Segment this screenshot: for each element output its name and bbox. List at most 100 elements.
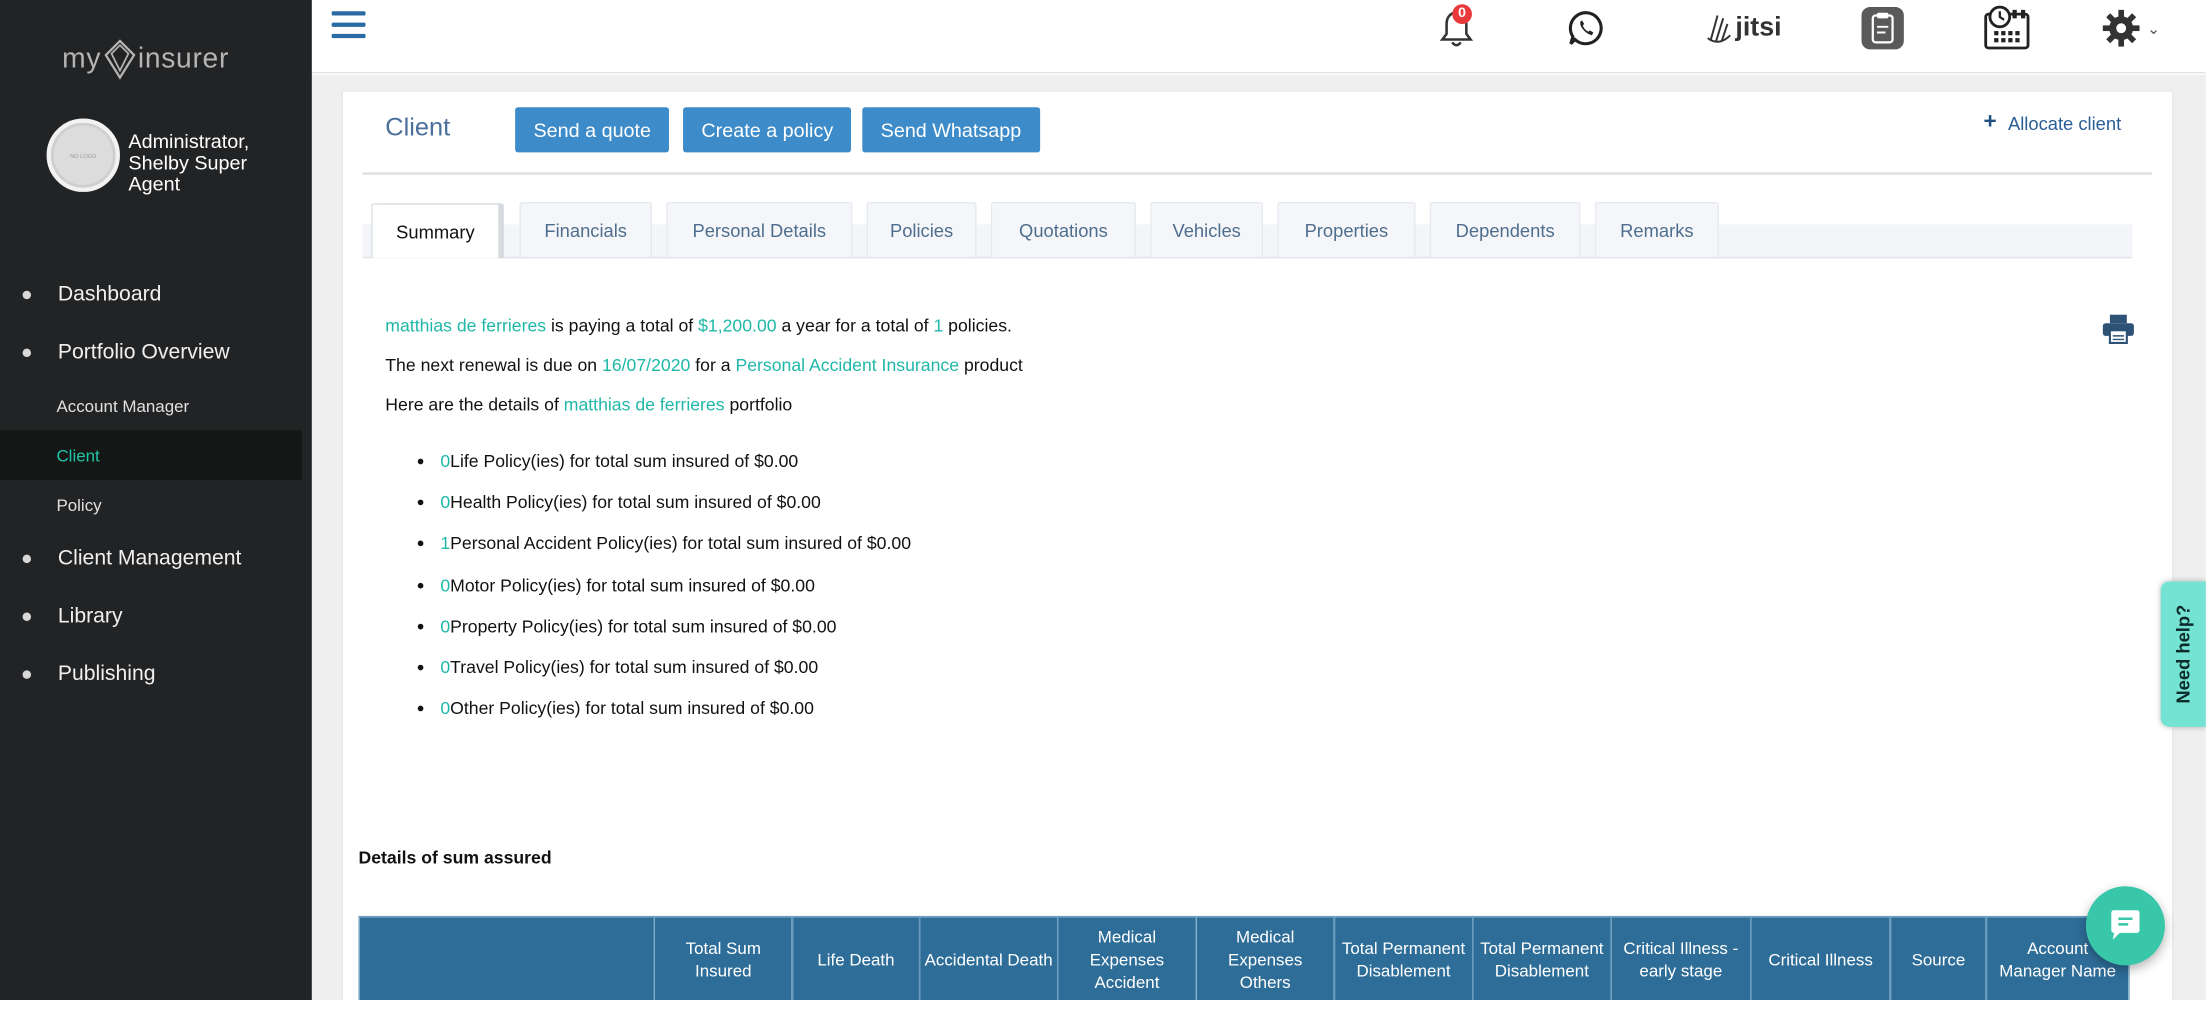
sum-assured-title: Details of sum assured bbox=[358, 848, 552, 868]
list-item: 0 Motor Policy(ies) for total sum insure… bbox=[417, 564, 911, 605]
bullet-icon bbox=[417, 623, 424, 630]
policy-count: 0 bbox=[440, 616, 451, 637]
screen: my insurer NO LOGO Administrator, Shelby… bbox=[0, 0, 2206, 1032]
text-fragment: policies. bbox=[943, 316, 1012, 336]
sidebar-item-label: Library bbox=[57, 604, 123, 629]
app-root: my insurer NO LOGO Administrator, Shelby… bbox=[0, 0, 2206, 1032]
policy-count: 0 bbox=[440, 451, 451, 471]
bullet-icon bbox=[417, 458, 424, 464]
app-logo[interactable]: my insurer bbox=[62, 31, 260, 87]
plus-icon: + bbox=[1983, 110, 1997, 135]
sidebar-item-label: Dashboard bbox=[57, 282, 162, 307]
bullet-icon bbox=[22, 290, 32, 299]
sidebar-subitem-client[interactable]: Client bbox=[0, 430, 303, 480]
send-whatsapp-button[interactable]: Send Whatsapp bbox=[862, 107, 1040, 153]
tab-properties[interactable]: Properties bbox=[1277, 201, 1416, 257]
tab-personal-details[interactable]: Personal Details bbox=[666, 201, 853, 257]
tab-vehicles[interactable]: Vehicles bbox=[1150, 201, 1264, 257]
tab-remarks[interactable]: Remarks bbox=[1594, 201, 1719, 257]
text-fragment: product bbox=[959, 355, 1023, 376]
schedule-button[interactable] bbox=[1981, 3, 2032, 54]
column-header[interactable]: Life Death bbox=[791, 915, 921, 1004]
client-name-link[interactable]: matthias de ferrieres bbox=[385, 316, 546, 336]
tab-policies[interactable]: Policies bbox=[866, 201, 977, 257]
column-header[interactable]: Medical Expenses Others bbox=[1195, 915, 1336, 1004]
renewal-product-link[interactable]: Personal Accident Insurance bbox=[735, 356, 959, 376]
bullet-icon bbox=[22, 553, 32, 563]
avatar[interactable]: NO LOGO bbox=[46, 118, 120, 192]
column-header[interactable]: Total Sum Insured bbox=[653, 915, 794, 1004]
calendar-clock-icon bbox=[1984, 5, 2030, 50]
sidebar-subitem-policy[interactable]: Policy bbox=[0, 480, 312, 529]
tab-financials[interactable]: Financials bbox=[519, 201, 653, 257]
sidebar-item-dashboard[interactable]: Dashboard bbox=[0, 265, 312, 323]
policy-text: Personal Accident Policy(ies) for total … bbox=[450, 533, 912, 554]
clipboard-button[interactable] bbox=[1860, 3, 1905, 54]
tab-dependents[interactable]: Dependents bbox=[1429, 201, 1581, 257]
print-icon[interactable] bbox=[2101, 313, 2135, 345]
sidebar-item-library[interactable]: Library bbox=[0, 587, 312, 645]
sum-assured-table: Total Sum Insured Life Death Accidental … bbox=[358, 915, 2130, 1004]
list-item: 0 Health Policy(ies) for total sum insur… bbox=[417, 482, 911, 523]
menu-icon[interactable] bbox=[331, 11, 366, 39]
column-header[interactable]: Critical Illness bbox=[1750, 915, 1892, 1004]
whatsapp-button[interactable] bbox=[1565, 3, 1607, 54]
client-name-link[interactable]: matthias de ferrieres bbox=[564, 395, 725, 415]
bullet-icon bbox=[22, 347, 32, 357]
policy-count: 0 bbox=[440, 575, 451, 595]
logo-suffix: insurer bbox=[137, 43, 230, 75]
policy-text: Health Policy(ies) for total sum insured… bbox=[450, 492, 821, 513]
jitsi-label: jitsi bbox=[1735, 12, 1782, 43]
bullet-icon bbox=[417, 706, 424, 712]
sidebar-subitem-account-manager[interactable]: Account Manager bbox=[0, 381, 312, 430]
sidebar-nav: Dashboard Portfolio Overview Account Man… bbox=[0, 265, 312, 703]
portfolio-details-line: Here are the details of matthias de ferr… bbox=[385, 392, 1655, 432]
column-header[interactable]: Source bbox=[1889, 915, 1988, 1004]
policy-count: 0 bbox=[440, 657, 451, 678]
list-item: 0 Travel Policy(ies) for total sum insur… bbox=[417, 647, 911, 688]
sidebar-item-publishing[interactable]: Publishing bbox=[0, 645, 312, 703]
tab-quotations[interactable]: Quotations bbox=[990, 201, 1137, 257]
jitsi-icon bbox=[1706, 15, 1731, 43]
gear-icon bbox=[2103, 9, 2141, 47]
column-header[interactable]: Medical Expenses Accident bbox=[1057, 915, 1197, 1004]
text-fragment: a year for a total of bbox=[776, 316, 934, 336]
text-fragment: for a bbox=[690, 355, 736, 376]
allocate-client-link[interactable]: + Allocate client bbox=[1983, 110, 2121, 135]
sidebar-item-portfolio-overview[interactable]: Portfolio Overview bbox=[0, 323, 312, 381]
sidebar-item-label: Account Manager bbox=[56, 395, 190, 416]
column-header[interactable]: Critical Illness - early stage bbox=[1610, 915, 1752, 1004]
chevron-down-icon: ⌄ bbox=[2147, 20, 2161, 38]
policy-text: Travel Policy(ies) for total sum insured… bbox=[450, 657, 819, 678]
sidebar-item-client-management[interactable]: Client Management bbox=[0, 529, 312, 587]
total-paying-line: matthias de ferrieres is paying a total … bbox=[385, 313, 1655, 353]
need-help-tab[interactable]: Need help? bbox=[2160, 581, 2206, 727]
sidebar: my insurer NO LOGO Administrator, Shelby… bbox=[0, 0, 312, 1003]
list-item: 0 Life Policy(ies) for total sum insured… bbox=[417, 440, 911, 481]
user-profile[interactable]: NO LOGO Administrator, Shelby Super Agen… bbox=[46, 118, 284, 195]
bullet-icon bbox=[417, 540, 424, 547]
renewal-date: 16/07/2020 bbox=[602, 355, 691, 376]
send-quote-button[interactable]: Send a quote bbox=[515, 107, 670, 153]
settings-menu[interactable]: ⌄ bbox=[2099, 3, 2164, 54]
column-header[interactable]: Total Permanent Disablement bbox=[1333, 915, 1474, 1004]
policy-count: 0 bbox=[440, 492, 451, 513]
policy-text: Motor Policy(ies) for total sum insured … bbox=[450, 575, 815, 595]
jitsi-button[interactable]: jitsi bbox=[1701, 3, 1786, 54]
notifications-button[interactable]: 0 bbox=[1435, 3, 1477, 54]
column-header[interactable]: Total Permanent Disablement bbox=[1471, 915, 1612, 1004]
sidebar-item-label: Client bbox=[56, 445, 100, 466]
chat-button[interactable] bbox=[2085, 886, 2165, 966]
text-fragment: is paying a total of bbox=[546, 316, 699, 336]
column-header[interactable]: Accidental Death bbox=[918, 915, 1059, 1004]
panel-header: Client Send a quote Create a policy Send… bbox=[362, 99, 2153, 176]
tab-summary[interactable]: Summary bbox=[371, 203, 500, 259]
policy-text: Property Policy(ies) for total sum insur… bbox=[450, 616, 837, 637]
text-fragment: Here are the details of bbox=[385, 395, 564, 415]
sidebar-item-label: Policy bbox=[56, 494, 102, 515]
bullet-icon bbox=[22, 669, 32, 679]
create-policy-button[interactable]: Create a policy bbox=[683, 107, 852, 153]
list-item: 0 Other Policy(ies) for total sum insure… bbox=[417, 688, 911, 729]
text-fragment: portfolio bbox=[724, 395, 793, 415]
clipboard-icon bbox=[1861, 7, 1904, 50]
